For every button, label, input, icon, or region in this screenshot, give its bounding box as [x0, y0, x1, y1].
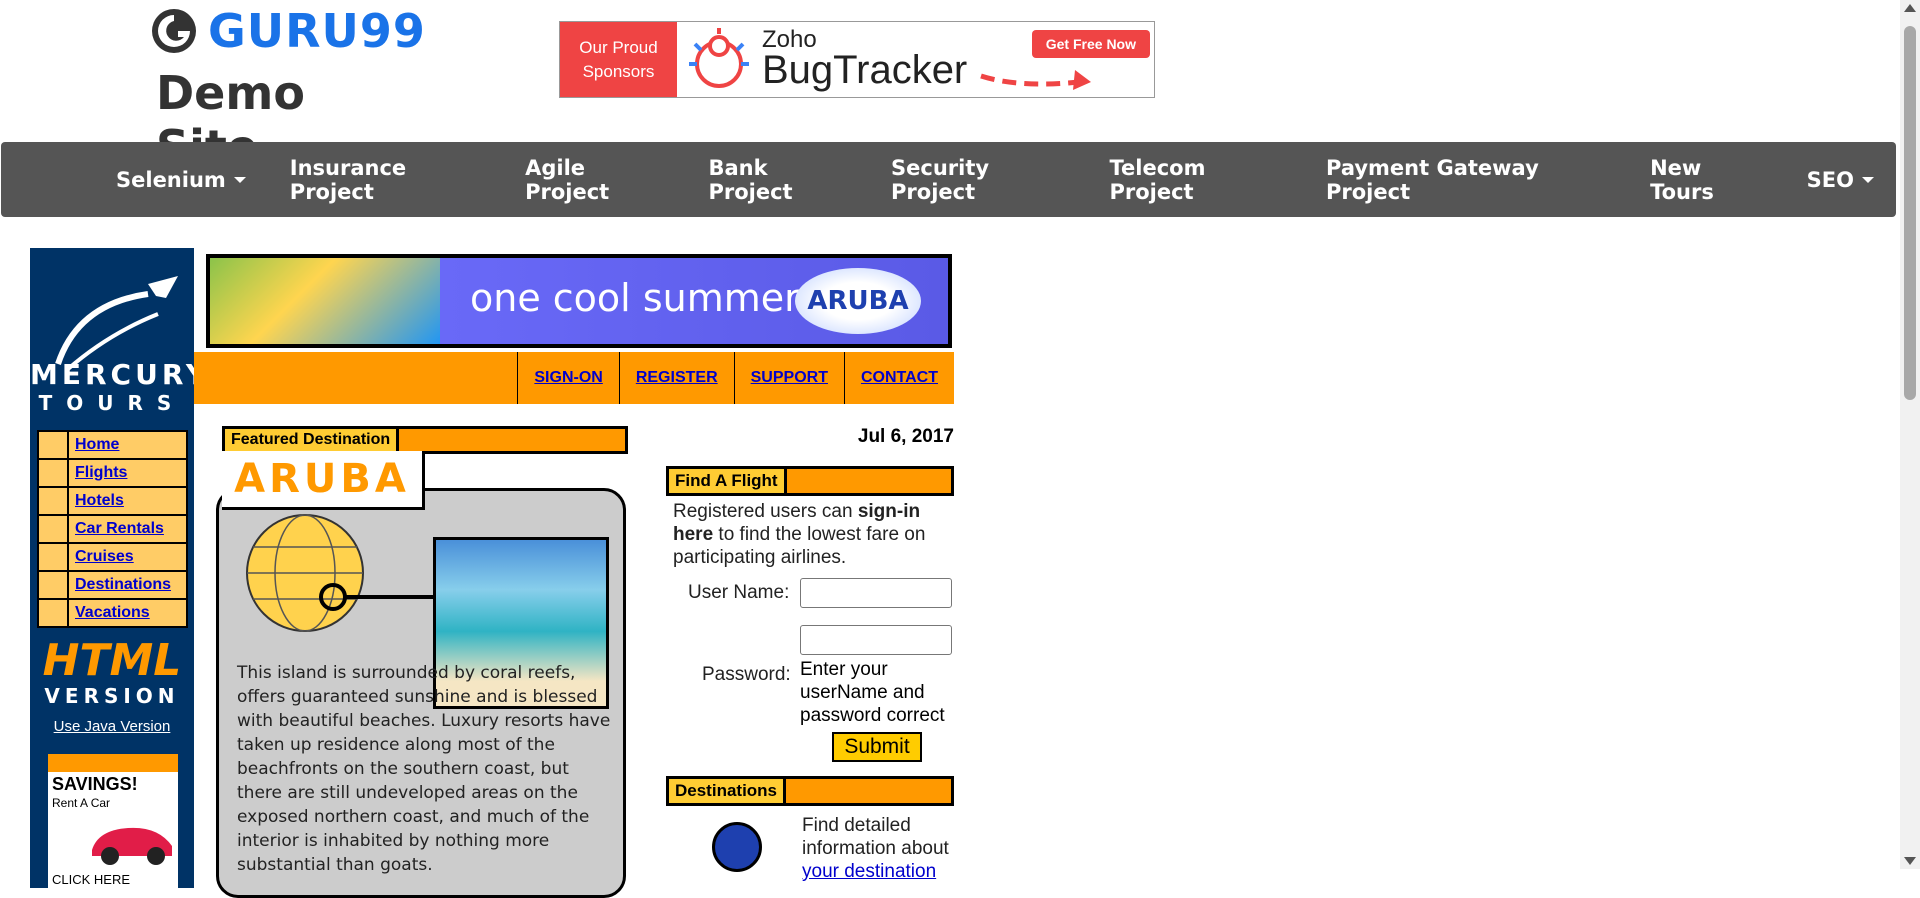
featured-card: This island is surrounded by coral reefs…	[216, 488, 626, 898]
left-nav-home[interactable]: Home	[75, 436, 119, 454]
featured-destination: This island is surrounded by coral reefs…	[216, 426, 628, 898]
chevron-down-icon	[233, 176, 246, 183]
sponsor-product: BugTracker	[762, 48, 968, 92]
chevron-down-icon	[1862, 176, 1874, 183]
sponsor-banner[interactable]: Our Proud Sponsors Zoho BugTracker Get F…	[559, 21, 1155, 98]
scroll-down-arrow-icon[interactable]	[1904, 857, 1916, 865]
mercury-tours-frame: MERCURY TOURS Home Flights Hotels Car Re…	[30, 248, 954, 898]
ad-title: SAVINGS!	[52, 774, 138, 794]
destinations-text: Find detailed information about your des…	[802, 815, 949, 882]
left-column: MERCURY TOURS Home Flights Hotels Car Re…	[30, 248, 211, 896]
left-nav-car-rentals[interactable]: Car Rentals	[75, 520, 164, 538]
featured-header: Featured Destination	[222, 426, 628, 454]
register-link[interactable]: REGISTER	[636, 369, 718, 387]
nav-seo[interactable]: SEO	[1785, 156, 1896, 204]
page-scrollbar[interactable]	[1900, 0, 1920, 869]
html-version-label: HTML	[42, 635, 182, 686]
nav-telecom-project[interactable]: Telecom Project	[1087, 156, 1304, 204]
featured-label: Featured Destination	[225, 429, 400, 451]
find-flight-label: Find A Flight	[669, 469, 787, 493]
support-link[interactable]: SUPPORT	[751, 369, 828, 387]
password-input[interactable]	[800, 625, 952, 655]
contact-link[interactable]: CONTACT	[861, 369, 938, 387]
nav-selenium[interactable]: Selenium	[94, 156, 268, 204]
main-navbar: Selenium Insurance Project Agile Project…	[1, 142, 1896, 217]
aruba-logo: ARUBA	[795, 268, 921, 334]
nav-security-project[interactable]: Security Project	[869, 156, 1087, 204]
get-free-now-button[interactable]: Get Free Now	[1031, 30, 1150, 58]
submit-button[interactable]: Submit	[832, 732, 922, 762]
left-nav-destinations[interactable]: Destinations	[75, 576, 171, 594]
your-destination-link[interactable]: your destination	[802, 861, 936, 882]
top-link-bar: SIGN-ON REGISTER SUPPORT CONTACT	[194, 352, 954, 404]
username-input[interactable]	[800, 578, 952, 608]
ad-subtitle: Rent A Car	[52, 796, 111, 810]
banner-text: one cool summer	[470, 276, 800, 320]
mercury-logo-line1: MERCURY	[30, 358, 211, 391]
html-version-badge: HTML VERSION Use Java Version	[30, 635, 194, 736]
nav-bank-project[interactable]: Bank Project	[686, 156, 869, 204]
aruba-banner[interactable]: one cool summer ARUBA	[206, 254, 952, 348]
nav-agile-project[interactable]: Agile Project	[503, 156, 686, 204]
destinations-globe-icon	[712, 822, 762, 872]
find-flight-text: Registered users can sign-in here to fin…	[673, 501, 926, 568]
ad-cta: CLICK HERE	[52, 872, 131, 887]
destinations-label: Destinations	[669, 779, 787, 803]
featured-title: ARUBA	[222, 451, 425, 510]
scrollbar-thumb[interactable]	[1904, 26, 1916, 400]
scroll-up-arrow-icon[interactable]	[1904, 4, 1916, 12]
version-label: VERSION	[44, 684, 180, 708]
left-nav-vacations[interactable]: Vacations	[75, 604, 150, 622]
nav-new-tours[interactable]: New Tours	[1628, 156, 1785, 204]
featured-description: This island is surrounded by coral reefs…	[237, 663, 611, 875]
login-error-message: Enter your userName and password correct	[800, 659, 945, 726]
sponsor-tag-line2: Sponsors	[582, 61, 655, 81]
destinations-header: Destinations	[666, 776, 954, 806]
sponsor-tag-line1: Our Proud	[579, 37, 658, 57]
nav-payment-gateway-project[interactable]: Payment Gateway Project	[1304, 156, 1628, 204]
banner-photo	[210, 258, 440, 344]
sign-on-link[interactable]: SIGN-ON	[534, 369, 602, 387]
left-nav-cruises[interactable]: Cruises	[75, 548, 134, 566]
arrow-icon	[980, 70, 1091, 90]
find-flight-header: Find A Flight	[666, 466, 954, 496]
brand-name: GURU99	[208, 4, 426, 58]
rent-a-car-ad[interactable]: SAVINGS! Rent A Car CLICK HERE	[48, 754, 178, 896]
globe-icon	[246, 514, 441, 632]
left-nav-flights[interactable]: Flights	[75, 464, 127, 482]
bug-icon	[689, 28, 749, 88]
password-label: Password:	[702, 664, 791, 685]
nav-insurance-project[interactable]: Insurance Project	[268, 156, 503, 204]
use-java-version-link[interactable]: Use Java Version	[30, 718, 194, 735]
guru99-logo[interactable]: GURU99 Demo Site	[150, 4, 425, 174]
username-label: User Name:	[688, 582, 790, 603]
current-date: Jul 6, 2017	[857, 426, 954, 447]
car-icon	[92, 827, 172, 865]
mercury-logo-line2: TOURS	[38, 391, 186, 415]
sponsor-tag: Our Proud Sponsors	[560, 22, 677, 97]
left-nav: Home Flights Hotels Car Rentals Cruises …	[37, 430, 188, 628]
guru99-logo-icon	[152, 9, 196, 53]
left-nav-hotels[interactable]: Hotels	[75, 492, 124, 510]
